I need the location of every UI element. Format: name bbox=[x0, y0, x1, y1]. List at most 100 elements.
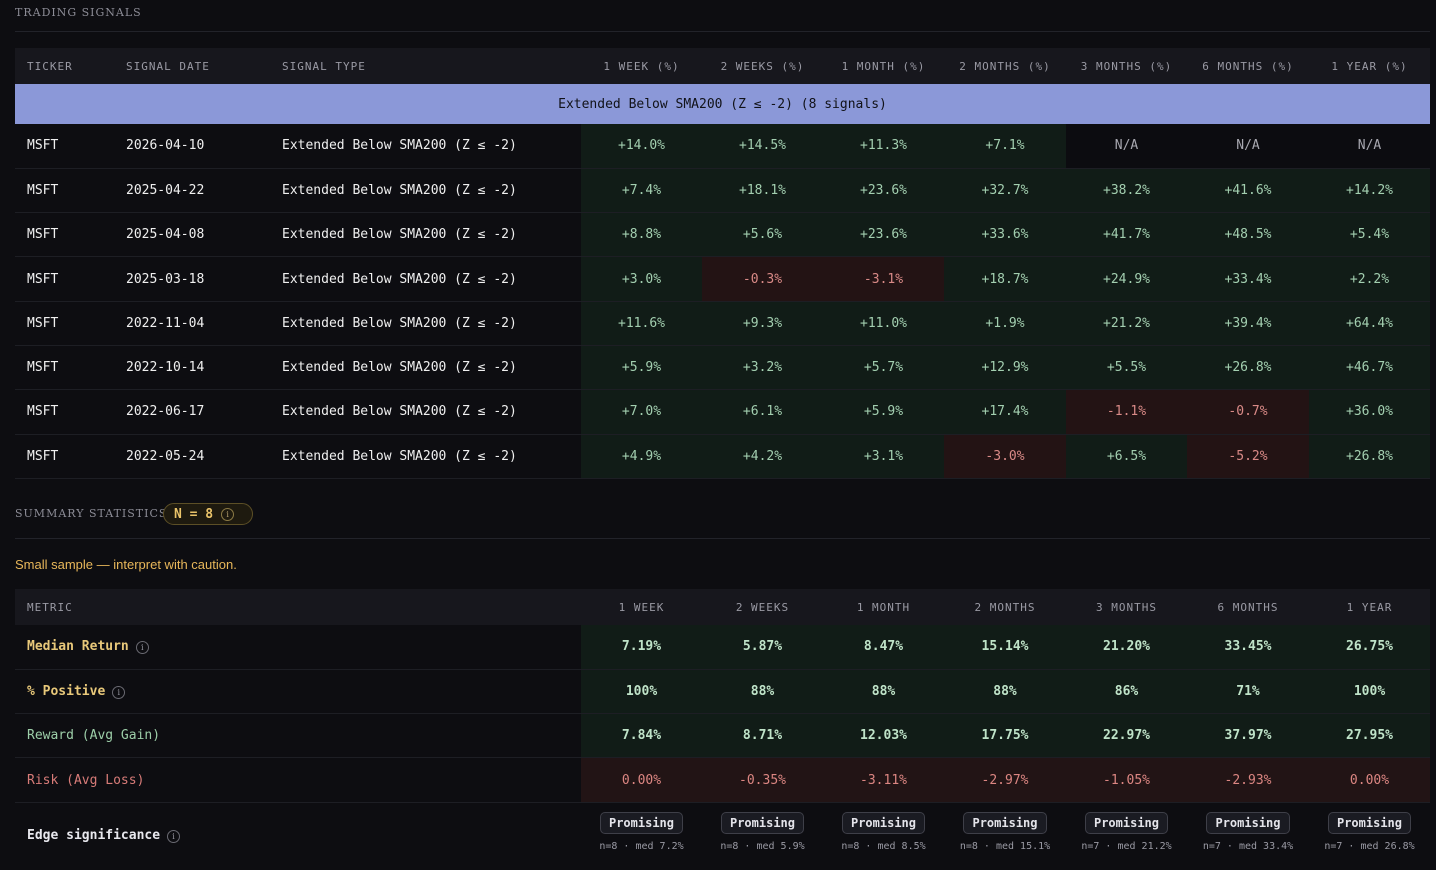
col-header-2-weeks[interactable]: 2 WEEKS (%) bbox=[702, 48, 823, 84]
return-cell: +18.1% bbox=[702, 168, 823, 213]
metric-label-cell: Risk (Avg Loss) bbox=[15, 758, 581, 802]
signal-type-cell: Extended Below SMA200 (Z ≤ -2) bbox=[282, 182, 517, 198]
return-cell: -0.7% bbox=[1187, 389, 1309, 435]
info-icon[interactable]: i bbox=[167, 829, 181, 843]
return-cell: +7.0% bbox=[581, 389, 702, 435]
col-header-6-months: 6 MONTHS bbox=[1217, 600, 1279, 614]
return-cell: +9.3% bbox=[702, 301, 823, 346]
return-cell: +33.4% bbox=[1187, 256, 1309, 302]
signal-row[interactable]: MSFT 2022-06-17 Extended Below SMA200 (Z ≤… bbox=[15, 389, 1430, 435]
col-header-1-year[interactable]: 1 YEAR (%) bbox=[1309, 48, 1430, 84]
edge-verdict-pill[interactable]: Promising bbox=[720, 811, 805, 834]
metric-value-cell: 88% bbox=[702, 669, 823, 714]
col-header-signal-type[interactable]: SIGNAL TYPE bbox=[270, 48, 581, 84]
edge-verdict-pill[interactable]: Promising bbox=[841, 811, 926, 834]
ticker-cell: MSFT bbox=[27, 138, 59, 154]
signal-date-cell: 2025-04-22 bbox=[126, 182, 205, 198]
return-cell: +64.4% bbox=[1309, 301, 1430, 346]
col-header-3-months[interactable]: 3 MONTHS (%) bbox=[1066, 48, 1187, 84]
signal-row[interactable]: MSFT 2025-04-22 Extended Below SMA200 (Z ≤… bbox=[15, 168, 1430, 213]
signal-type-cell: Extended Below SMA200 (Z ≤ -2) bbox=[282, 271, 517, 287]
edge-detail: n=8 · med 15.1% bbox=[959, 840, 1051, 852]
metric-value-cell: 71% bbox=[1187, 669, 1309, 714]
return-cell: +7.1% bbox=[944, 124, 1066, 169]
ticker-cell: MSFT bbox=[27, 227, 59, 243]
edge-verdict-pill[interactable]: Promising bbox=[599, 811, 684, 834]
metric-value-cell: 37.97% bbox=[1187, 713, 1309, 758]
signal-type-cell: Extended Below SMA200 (Z ≤ -2) bbox=[282, 404, 517, 420]
ticker-cell: MSFT bbox=[27, 448, 59, 464]
signal-row[interactable]: MSFT 2025-03-18 Extended Below SMA200 (Z ≤… bbox=[15, 256, 1430, 302]
info-icon[interactable]: i bbox=[135, 641, 149, 655]
return-cell: +17.4% bbox=[944, 389, 1066, 435]
col-header-6-months[interactable]: 6 MONTHS (%) bbox=[1187, 48, 1309, 84]
return-cell: +3.0% bbox=[581, 256, 702, 302]
metric-value-cell: 12.03% bbox=[823, 713, 944, 758]
return-cell: -1.1% bbox=[1066, 389, 1187, 435]
metric-value-cell: -2.97% bbox=[944, 757, 1066, 803]
signal-row[interactable]: MSFT 2022-05-24 Extended Below SMA200 (Z ≤… bbox=[15, 434, 1430, 479]
signal-date-cell: 2025-03-18 bbox=[126, 271, 205, 287]
info-icon[interactable]: i bbox=[221, 507, 235, 521]
return-cell: +23.6% bbox=[823, 168, 944, 213]
edge-verdict-pill[interactable]: Promising bbox=[1206, 811, 1290, 834]
return-cell: +5.6% bbox=[702, 212, 823, 257]
return-cell: +32.7% bbox=[944, 168, 1066, 213]
col-header-1-week: 1 WEEK bbox=[618, 600, 665, 614]
metric-row-percent-positive: % Positive i 100% 88% 88% 88% 86% 71% 100% bbox=[15, 669, 1430, 714]
edge-cell: Promising n=8 · med 15.1% bbox=[944, 802, 1066, 868]
return-cell: -5.2% bbox=[1187, 434, 1309, 479]
ticker-cell: MSFT bbox=[27, 315, 59, 331]
return-cell: +3.2% bbox=[702, 345, 823, 390]
return-cell: +7.4% bbox=[581, 168, 702, 213]
return-cell: +38.2% bbox=[1066, 168, 1187, 213]
return-cell: +14.5% bbox=[702, 124, 823, 169]
info-icon[interactable]: i bbox=[112, 685, 126, 699]
signal-type-cell: Extended Below SMA200 (Z ≤ -2) bbox=[282, 227, 517, 243]
sample-size-badge[interactable]: N = 8 i bbox=[163, 503, 253, 525]
edge-detail: n=8 · med 8.5% bbox=[841, 840, 926, 852]
col-header-ticker[interactable]: TICKER bbox=[15, 48, 114, 84]
signal-group-row[interactable]: Extended Below SMA200 (Z ≤ -2) (8 signal… bbox=[15, 84, 1430, 124]
metric-value-cell: 86% bbox=[1066, 669, 1187, 714]
signal-row[interactable]: MSFT 2026-04-10 Extended Below SMA200 (Z ≤… bbox=[15, 124, 1430, 169]
metric-value-cell: 8.71% bbox=[702, 713, 823, 758]
edge-significance-label: Edge significance bbox=[27, 827, 161, 843]
edge-verdict-pill[interactable]: Promising bbox=[1084, 811, 1169, 834]
metric-value-cell: 33.45% bbox=[1187, 625, 1309, 670]
metric-value-cell: 21.20% bbox=[1066, 625, 1187, 670]
col-header-1-week[interactable]: 1 WEEK (%) bbox=[581, 48, 702, 84]
section-title-trading-signals: TRADING SIGNALS bbox=[15, 6, 142, 19]
metric-value-cell: 7.19% bbox=[581, 625, 702, 670]
metric-value-cell: 8.47% bbox=[823, 625, 944, 670]
col-header-2-weeks: 2 WEEKS bbox=[735, 600, 790, 614]
col-header-2-months[interactable]: 2 MONTHS (%) bbox=[944, 48, 1066, 84]
col-header-signal-date[interactable]: SIGNAL DATE bbox=[114, 48, 270, 84]
edge-detail: n=7 · med 21.2% bbox=[1081, 840, 1172, 852]
small-sample-warning: Small sample — interpret with caution. bbox=[15, 557, 237, 572]
return-cell: +14.0% bbox=[581, 124, 702, 169]
return-cell: +11.3% bbox=[823, 124, 944, 169]
return-cell: N/A bbox=[1309, 124, 1430, 169]
signals-table: TICKER SIGNAL DATE SIGNAL TYPE 1 WEEK (%… bbox=[15, 48, 1430, 479]
return-cell: +4.2% bbox=[702, 434, 823, 479]
signal-date-cell: 2022-11-04 bbox=[126, 315, 205, 331]
signal-type-cell: Extended Below SMA200 (Z ≤ -2) bbox=[282, 360, 517, 376]
return-cell: +14.2% bbox=[1309, 168, 1430, 213]
col-header-1-month[interactable]: 1 MONTH (%) bbox=[823, 48, 944, 84]
edge-cell: Promising n=8 · med 8.5% bbox=[823, 802, 944, 868]
signal-type-cell: Extended Below SMA200 (Z ≤ -2) bbox=[282, 448, 517, 464]
signal-row[interactable]: MSFT 2022-10-14 Extended Below SMA200 (Z ≤… bbox=[15, 345, 1430, 390]
metric-value-cell: 100% bbox=[1309, 669, 1430, 714]
return-cell: +8.8% bbox=[581, 212, 702, 257]
signals-header-row: TICKER SIGNAL DATE SIGNAL TYPE 1 WEEK (%… bbox=[15, 48, 1430, 84]
signal-row[interactable]: MSFT 2022-11-04 Extended Below SMA200 (Z ≤… bbox=[15, 301, 1430, 346]
ticker-cell: MSFT bbox=[27, 360, 59, 376]
edge-verdict-pill[interactable]: Promising bbox=[963, 811, 1047, 834]
edge-verdict-pill[interactable]: Promising bbox=[1327, 811, 1412, 834]
return-cell: +2.2% bbox=[1309, 256, 1430, 302]
signal-row[interactable]: MSFT 2025-04-08 Extended Below SMA200 (Z ≤… bbox=[15, 212, 1430, 257]
summary-table: METRIC 1 WEEK 2 WEEKS 1 MONTH 2 MONTHS 3… bbox=[15, 589, 1430, 868]
signal-date-cell: 2022-10-14 bbox=[126, 360, 205, 376]
metric-value-cell: 88% bbox=[944, 669, 1066, 714]
